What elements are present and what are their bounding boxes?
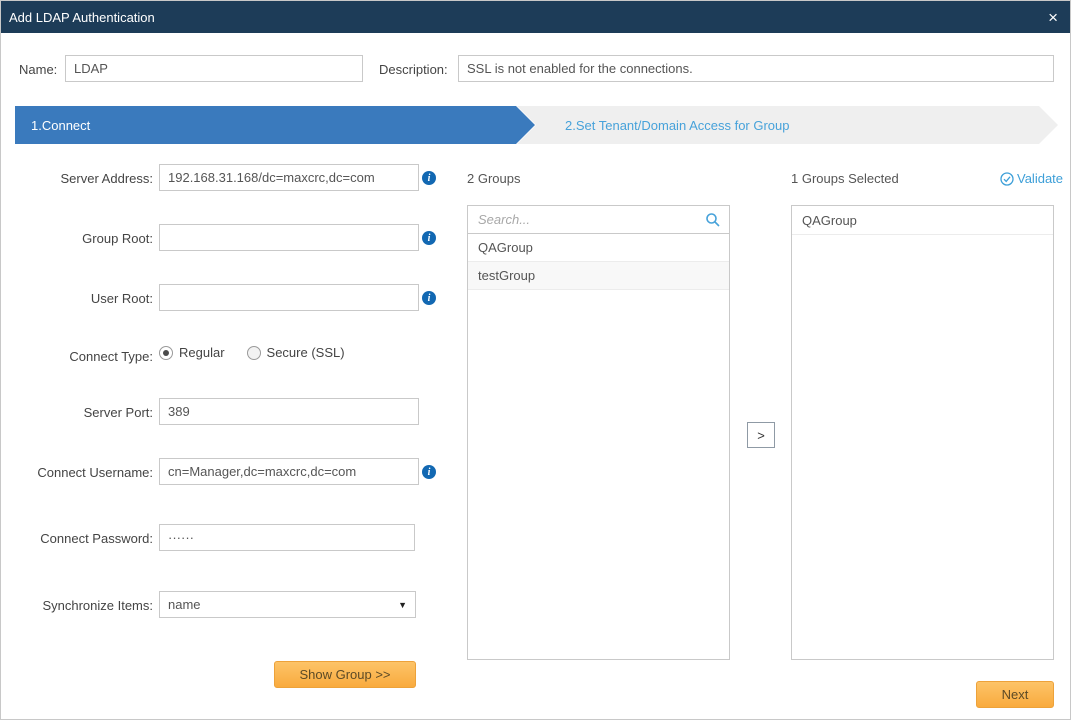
synchronize-items-label: Synchronize Items: [1,598,153,613]
dialog-title: Add LDAP Authentication [9,10,155,25]
selected-groups-list: QAGroup [791,205,1054,660]
move-right-button[interactable]: > [747,422,775,448]
groups-count-label: 2 Groups [467,171,520,186]
user-root-label: User Root: [1,291,153,306]
server-port-label: Server Port: [1,405,153,420]
step-2-label: 2.Set Tenant/Domain Access for Group [565,118,790,133]
next-button[interactable]: Next [976,681,1054,708]
step-1-connect[interactable]: 1.Connect [15,106,535,144]
connect-type-label: Connect Type: [1,349,153,364]
synchronize-items-value: name [168,597,201,612]
connect-type-secure-ssl-label: Secure (SSL) [267,345,345,360]
connect-type-radio-group: Regular Secure (SSL) [159,345,361,360]
server-port-input[interactable] [159,398,419,425]
connect-username-input[interactable] [159,458,419,485]
server-address-label: Server Address: [1,171,153,186]
list-item[interactable]: testGroup [468,262,729,290]
add-ldap-authentication-dialog: Add LDAP Authentication × Name: Descript… [0,0,1071,720]
validate-check-icon [1000,172,1014,186]
connect-password-label: Connect Password: [1,531,153,546]
dialog-titlebar: Add LDAP Authentication × [1,1,1070,33]
user-root-input[interactable] [159,284,419,311]
step-1-label: 1.Connect [31,118,90,133]
show-group-button[interactable]: Show Group >> [274,661,416,688]
server-address-info-icon[interactable]: i [422,171,436,185]
available-groups-list: QAGroup testGroup [467,233,730,660]
search-icon[interactable] [705,212,721,228]
connect-type-regular-label: Regular [179,345,225,360]
close-icon[interactable]: × [1048,9,1058,26]
name-input[interactable] [65,55,363,82]
group-search-box [467,205,730,234]
selected-groups-count-label: 1 Groups Selected [791,171,899,186]
group-search-input[interactable] [476,211,705,228]
connect-type-regular-radio[interactable] [159,346,173,360]
list-item[interactable]: QAGroup [468,234,729,262]
group-root-label: Group Root: [1,231,153,246]
server-address-input[interactable] [159,164,419,191]
user-root-info-icon[interactable]: i [422,291,436,305]
step-2-tenant-domain-access[interactable]: 2.Set Tenant/Domain Access for Group [517,106,1058,144]
synchronize-items-select[interactable]: name ▼ [159,591,416,618]
description-input[interactable] [458,55,1054,82]
description-label: Description: [379,62,448,77]
connect-username-info-icon[interactable]: i [422,465,436,479]
list-item[interactable]: QAGroup [792,206,1053,235]
chevron-down-icon: ▼ [398,600,407,610]
connect-password-input[interactable] [159,524,415,551]
connect-username-label: Connect Username: [1,465,153,480]
validate-link[interactable]: Validate [1000,171,1063,186]
validate-label: Validate [1017,171,1063,186]
name-label: Name: [19,62,57,77]
group-root-info-icon[interactable]: i [422,231,436,245]
connect-type-secure-ssl-radio[interactable] [247,346,261,360]
group-root-input[interactable] [159,224,419,251]
